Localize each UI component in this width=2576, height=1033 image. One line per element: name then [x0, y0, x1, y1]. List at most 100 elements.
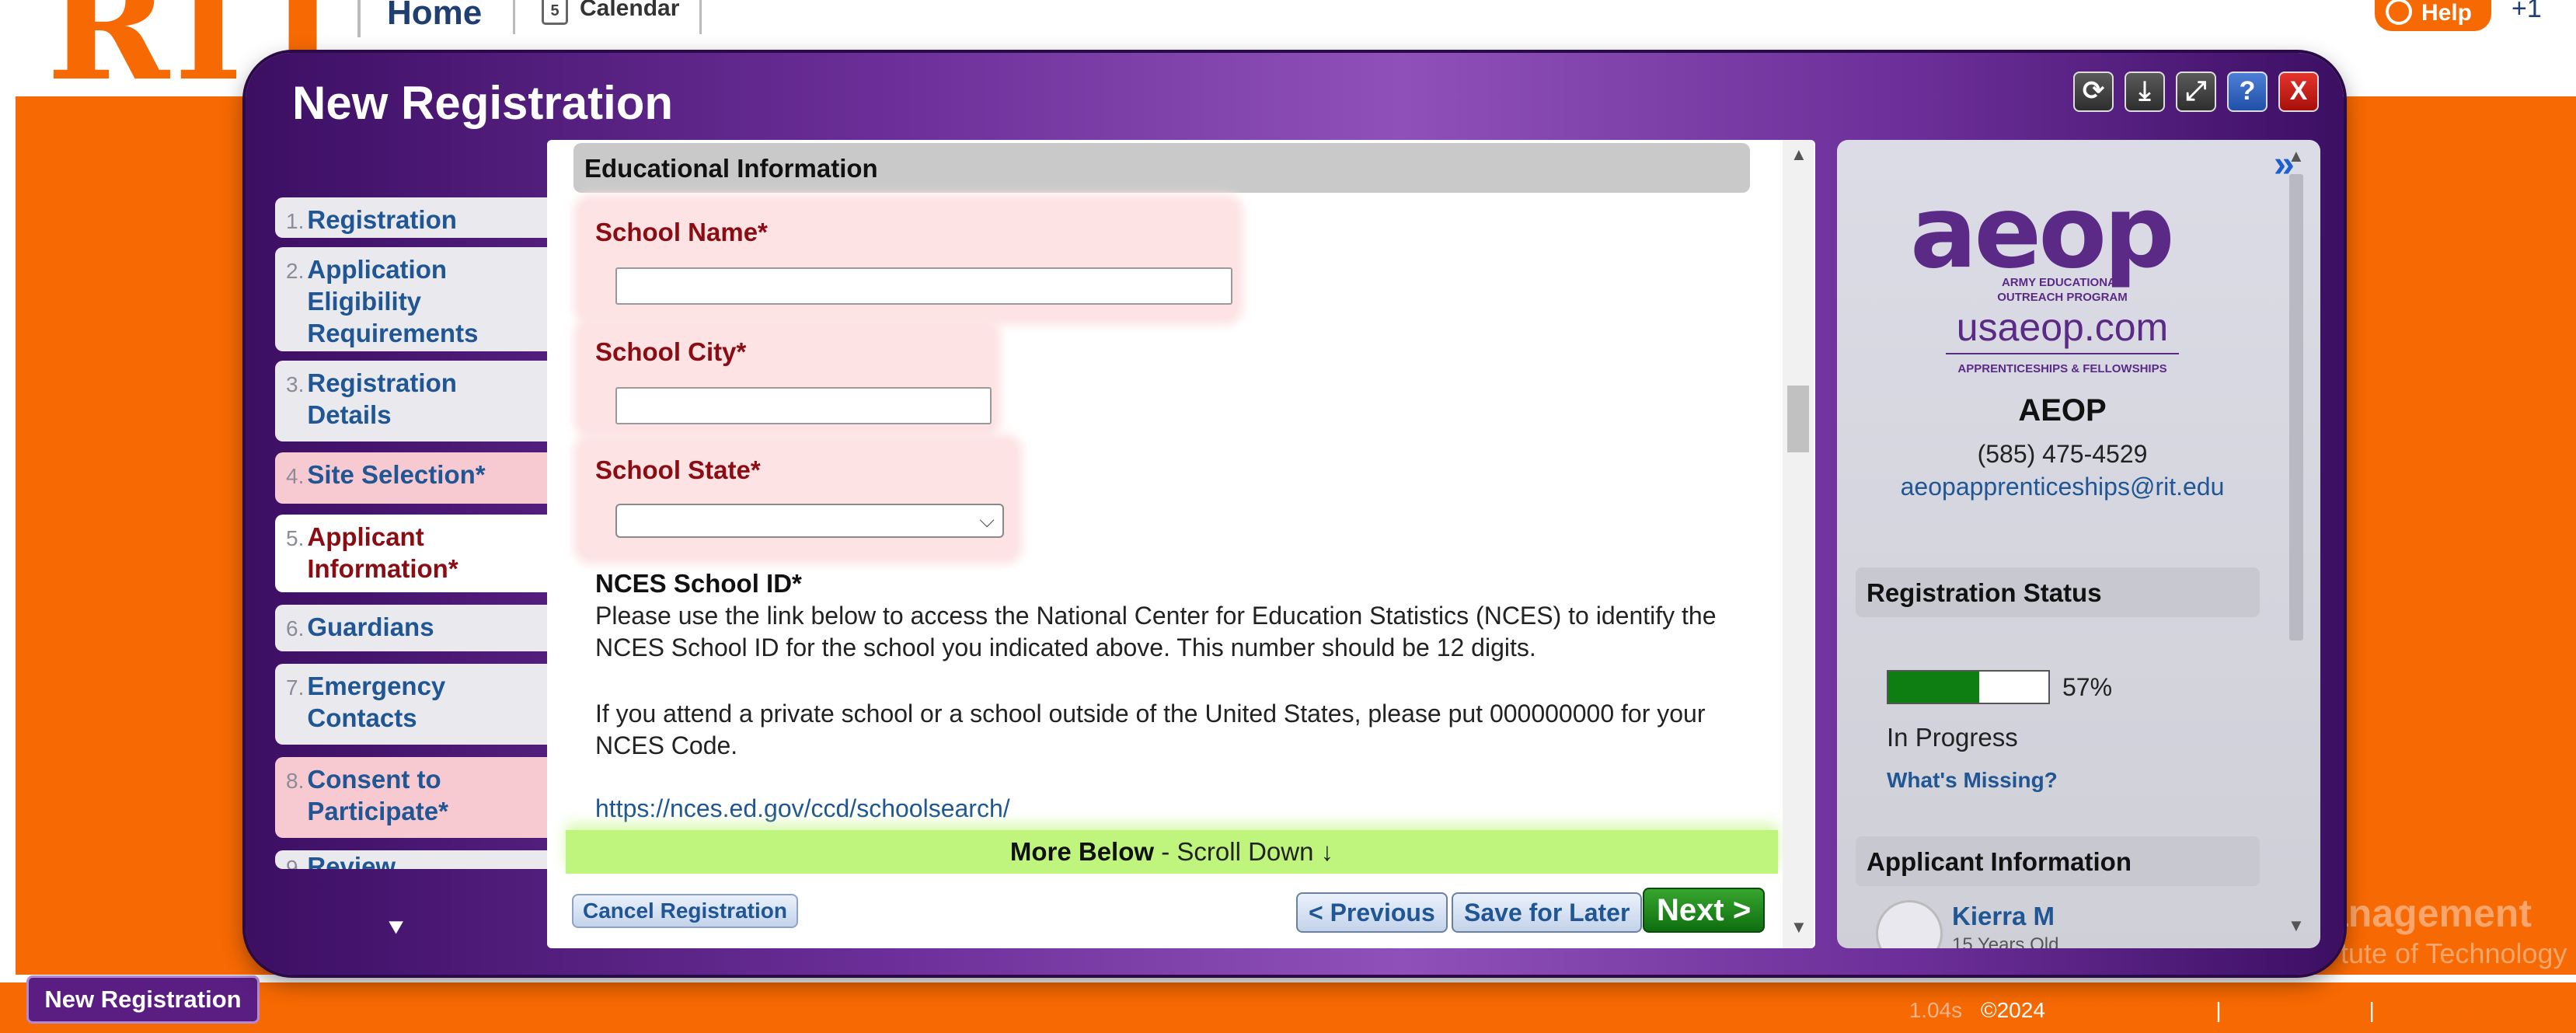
aeop-logo: aeop [1910, 175, 2175, 291]
whats-missing-link[interactable]: What's Missing? [1887, 768, 2058, 793]
progress-bar [1887, 670, 2050, 704]
scroll-down-icon[interactable]: ▼ [2288, 916, 2305, 936]
help-circle-icon [2386, 0, 2412, 25]
form-panel: Educational Information School Name* Sch… [547, 140, 1815, 948]
step-guardians[interactable]: 6. Guardians [275, 605, 549, 651]
step-review[interactable]: 9. Review [275, 850, 549, 869]
status-text: In Progress [1887, 723, 2018, 752]
next-button[interactable]: Next > [1643, 888, 1766, 933]
close-button[interactable]: X [2278, 72, 2319, 112]
avatar [1876, 900, 1943, 948]
info-panel-scrollbar[interactable]: ▲ ▼ [2288, 146, 2305, 942]
school-name-label: School Name* [595, 218, 768, 246]
step-number: 2. [286, 259, 305, 283]
help-button[interactable]: ? [2227, 72, 2268, 112]
taskbar-new-registration-button[interactable]: New Registration [26, 975, 260, 1024]
school-state-label: School State* [595, 455, 761, 484]
school-name-input[interactable] [615, 267, 1232, 305]
step-label: Guardians [307, 612, 434, 641]
step-label: Registration [307, 205, 457, 234]
scroll-thumb[interactable] [1787, 386, 1809, 452]
school-state-select[interactable]: ⌵ [615, 504, 1004, 538]
copyright: ©2024 [1980, 998, 2045, 1022]
step-consent-to-participate[interactable]: 8. Consent to Participate* [275, 757, 549, 838]
step-number: 5. [286, 526, 305, 550]
nav-calendar-link[interactable]: Calendar [580, 0, 679, 22]
refresh-button[interactable]: ⟳ [2073, 72, 2114, 112]
chevron-down-icon: ⌵ [979, 508, 995, 532]
step-applicant-information[interactable]: 5. Applicant Information* [275, 515, 549, 592]
org-phone: (585) 475-4529 [1977, 440, 2148, 468]
step-label: Applicant Information* [307, 522, 458, 583]
nces-private-school-note: If you attend a private school or a scho… [595, 700, 1706, 759]
org-name: AEOP [2018, 393, 2107, 428]
step-registration[interactable]: 1. Registration [275, 197, 549, 238]
font-size-control[interactable]: +1 [2512, 0, 2542, 24]
applicant-info-heading: Applicant Information [1856, 836, 2260, 886]
download-button[interactable]: ⤓ [2125, 72, 2165, 112]
progress-percent: 57% [2062, 673, 2113, 701]
nav-home-link[interactable]: Home [387, 0, 482, 33]
previous-button[interactable]: < Previous [1296, 892, 1448, 933]
more-below-bold: More Below [1009, 837, 1155, 866]
header-divider [699, 0, 702, 34]
step-site-selection[interactable]: 4. Site Selection* [275, 452, 549, 504]
school-city-input[interactable] [615, 387, 992, 424]
expand-steps-icon[interactable]: ⯆ [385, 914, 406, 944]
expand-button[interactable]: ⤢ [2176, 72, 2216, 112]
accessible-version-link[interactable]: Accessible Version [2379, 998, 2562, 1022]
step-application-eligibility[interactable]: 2. Application Eligibility Requirements [275, 247, 549, 351]
step-label: Review [307, 852, 396, 869]
step-number: 8. [286, 769, 305, 793]
company-link[interactable]: Ideal-Logic, LLC [2051, 998, 2210, 1022]
step-emergency-contacts[interactable]: 7. Emergency Contacts [275, 664, 549, 745]
step-number: 3. [286, 372, 305, 396]
scroll-thumb[interactable] [2289, 174, 2303, 640]
nces-link[interactable]: https://nces.ed.gov/ccd/schoolsearch/ [595, 794, 1010, 823]
calendar-icon[interactable]: 5 [542, 0, 568, 25]
scroll-down-icon[interactable]: ▼ [1790, 917, 1807, 937]
step-label: Application Eligibility Requirements [307, 255, 479, 347]
step-number: 6. [286, 616, 305, 640]
step-label: Site Selection* [307, 460, 486, 489]
scroll-up-icon[interactable]: ▲ [2288, 146, 2305, 166]
aeop-logo-subtitle: ARMY EDUCATIONAL OUTREACH PROGRAM [1997, 276, 2128, 304]
info-panel: » aeop ARMY EDUCATIONAL OUTREACH PROGRAM… [1837, 140, 2320, 948]
header-divider [357, 0, 361, 37]
nces-label: NCES School ID* [595, 569, 802, 598]
step-number: 4. [286, 464, 305, 488]
step-label: Consent to Participate* [307, 765, 448, 825]
progress-fill [1888, 672, 1980, 703]
registration-modal: New Registration ⟳ ⤓ ⤢ ? X 1. Registratio… [246, 53, 2344, 975]
render-time: 1.04s [1908, 998, 1963, 1022]
scroll-up-icon[interactable]: ▲ [1790, 145, 1807, 165]
logo-divider [1946, 353, 2179, 354]
step-number: 9. [286, 856, 305, 869]
privacy-link[interactable]: Privacy Policy [2227, 998, 2362, 1022]
footer-separator: | [2215, 998, 2222, 1022]
form-scrollbar[interactable]: ▲ ▼ [1783, 140, 1814, 948]
modal-title: New Registration [292, 77, 674, 129]
step-registration-details[interactable]: 3. Registration Details [275, 361, 549, 441]
aeop-logo-url: usaeop.com [1956, 305, 2169, 349]
help-button-label: Help [2421, 0, 2473, 26]
applicant-name-link[interactable]: Kierra M [1952, 902, 2055, 931]
aeop-logo-tagline: APPRENTICESHIPS & FELLOWSHIPS [1957, 362, 2167, 375]
background-subheading: tute of Technology [2341, 937, 2567, 969]
background-heading: anagement [2327, 892, 2532, 935]
more-below-text: - Scroll Down ↓ [1154, 837, 1334, 866]
step-label: Emergency Contacts [307, 672, 446, 732]
more-below-banner[interactable]: More Below - Scroll Down ↓ [566, 830, 1778, 874]
help-button[interactable]: Help [2375, 0, 2491, 31]
nces-instructions: Please use the link below to access the … [595, 602, 1717, 661]
step-label: Registration Details [307, 368, 457, 429]
cancel-registration-button[interactable]: Cancel Registration [572, 894, 798, 928]
footer-text: 1.04s ©2024 Ideal-Logic, LLC | Privacy P… [1909, 998, 2562, 1023]
org-email-link[interactable]: aeopapprenticeships@rit.edu [1837, 473, 2288, 501]
header-divider [513, 0, 515, 34]
save-for-later-button[interactable]: Save for Later [1452, 892, 1643, 933]
section-heading: Educational Information [573, 143, 1750, 193]
school-city-label: School City* [595, 337, 747, 366]
step-number: 7. [286, 675, 305, 700]
registration-status-heading: Registration Status [1856, 567, 2260, 617]
